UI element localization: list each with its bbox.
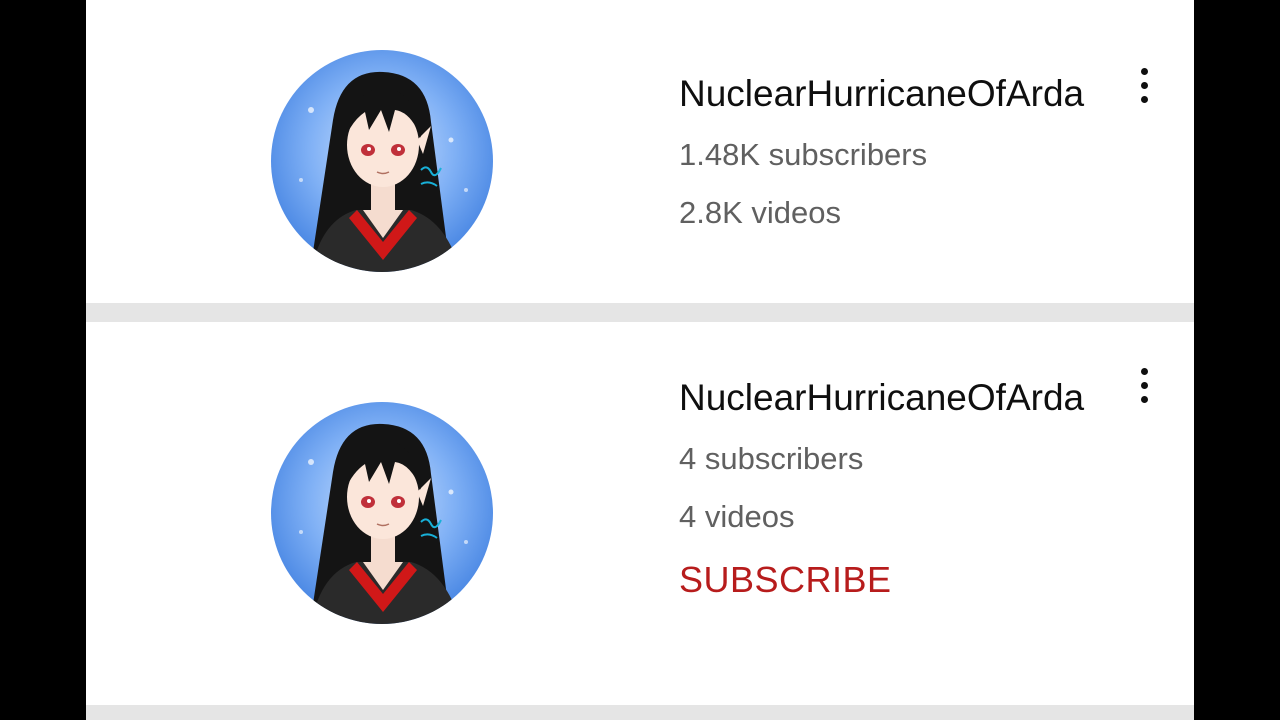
channel-info[interactable]: NuclearHurricaneOfArda 4 subscribers 4 v… bbox=[679, 374, 1119, 606]
channel-name[interactable]: NuclearHurricaneOfArda bbox=[679, 374, 1104, 422]
more-vert-icon[interactable] bbox=[1126, 366, 1162, 410]
channel-card[interactable]: NuclearHurricaneOfArda 4 subscribers 4 v… bbox=[86, 322, 1194, 705]
video-count: 2.8K videos bbox=[679, 195, 841, 230]
channel-avatar[interactable] bbox=[271, 50, 493, 272]
menu-dot bbox=[1141, 68, 1148, 75]
avatar-illustration bbox=[271, 50, 493, 272]
menu-dot bbox=[1141, 82, 1148, 89]
search-results-screen: NuclearHurricaneOfArda 1.48K subscribers… bbox=[86, 0, 1194, 720]
menu-dot bbox=[1141, 368, 1148, 375]
channel-name[interactable]: NuclearHurricaneOfArda bbox=[679, 70, 1104, 118]
subscriber-count: 4 subscribers bbox=[679, 441, 864, 476]
subscriber-count: 1.48K subscribers bbox=[679, 137, 928, 172]
menu-dot bbox=[1141, 382, 1148, 389]
avatar-illustration bbox=[271, 402, 493, 624]
channel-card[interactable]: NuclearHurricaneOfArda 1.48K subscribers… bbox=[86, 0, 1194, 303]
video-count: 4 videos bbox=[679, 499, 795, 534]
channel-info[interactable]: NuclearHurricaneOfArda 1.48K subscribers… bbox=[679, 70, 1119, 242]
menu-dot bbox=[1141, 396, 1148, 403]
channel-avatar[interactable] bbox=[271, 402, 493, 624]
menu-dot bbox=[1141, 96, 1148, 103]
more-vert-icon[interactable] bbox=[1126, 66, 1162, 110]
subscribe-button[interactable]: SUBSCRIBE bbox=[679, 554, 1119, 606]
